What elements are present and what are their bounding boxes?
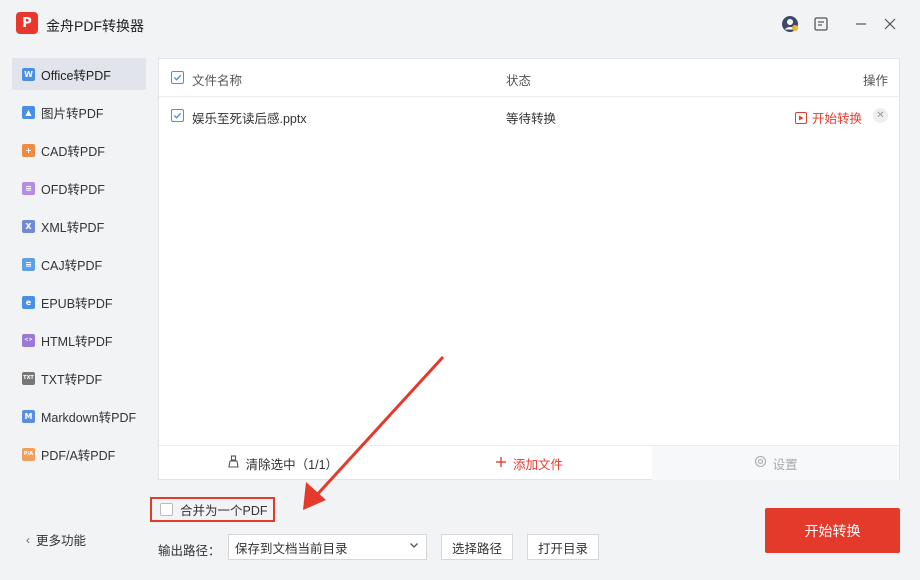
table-header: 文件名称 状态 操作 [159,59,899,97]
panel-footer: 清除选中（1/1） 添加文件 设置 [159,445,900,480]
app-title: 金舟PDF转换器 [46,18,144,34]
settings-button[interactable]: 设置 [652,446,900,480]
sidebar-item-2[interactable]: + CAD转PDF [12,134,146,166]
column-header-status: 状态 [506,74,532,88]
word-icon: W [22,67,35,81]
add-file-button[interactable]: 添加文件 [406,446,653,480]
app-logo: P [16,12,38,34]
column-header-name: 文件名称 [192,74,243,88]
select-all-checkbox[interactable] [171,71,184,84]
sidebar-item-label: OFD转PDF [41,182,105,197]
chevron-down-icon [409,540,419,553]
sidebar-item-label: XML转PDF [41,220,105,235]
close-icon[interactable] [880,14,900,34]
row-checkbox[interactable] [171,109,184,122]
settings-label: 设置 [772,457,798,472]
html-icon: <> [22,333,35,347]
output-path-label: 输出路径： [158,544,221,558]
feedback-icon[interactable] [811,14,831,34]
column-header-action: 操作 [863,74,889,88]
sidebar-item-0[interactable]: W Office转PDF [12,58,146,90]
sidebar-item-label: Office转PDF [41,68,111,83]
table-row: 娱乐至死读后感.pptx 等待转换 开始转换 ✕ [159,97,899,135]
txt-icon: TXT [22,371,35,385]
sidebar-item-10[interactable]: P/A PDF/A转PDF [12,438,146,470]
plus-icon [495,456,507,471]
clear-selected-label: 清除选中（1/1） [245,457,339,472]
pdfa-icon: P/A [22,447,35,461]
chevron-left-icon: ‹ [26,532,30,547]
ofd-icon: ≡ [22,181,35,195]
sidebar-item-1[interactable]: ▲ 图片转PDF [12,96,146,128]
title-bar: P 金舟PDF转换器 [0,0,920,50]
epub-icon: e [22,295,35,309]
sidebar-item-9[interactable]: M Markdown转PDF [12,400,146,432]
image-icon: ▲ [22,105,35,119]
file-status: 等待转换 [506,112,557,126]
more-features-label: 更多功能 [36,534,87,548]
sidebar-item-6[interactable]: e EPUB转PDF [12,286,146,318]
caj-icon: ≡ [22,257,35,271]
sidebar: W Office转PDF ▲ 图片转PDF + CAD转PDF ≡ OFD转PDF X XML转P… [12,58,146,476]
broom-icon [227,455,240,471]
sidebar-item-3[interactable]: ≡ OFD转PDF [12,172,146,204]
clear-selected-button[interactable]: 清除选中（1/1） [159,446,406,480]
merge-pdf-option[interactable]: 合并为一个PDF [150,497,275,522]
remove-file-icon[interactable]: ✕ [873,108,888,123]
sidebar-item-label: 图片转PDF [41,106,104,121]
sidebar-item-label: CAD转PDF [41,144,105,159]
start-convert-link[interactable]: 开始转换 [795,108,862,127]
markdown-icon: M [22,409,35,423]
sidebar-item-label: HTML转PDF [41,334,113,349]
merge-pdf-checkbox[interactable] [160,503,173,516]
start-convert-button[interactable]: 开始转换 [765,508,900,553]
more-features-button[interactable]: ‹ 更多功能 [26,530,86,549]
sidebar-item-label: EPUB转PDF [41,296,113,311]
file-list-panel: 文件名称 状态 操作 娱乐至死读后感.pptx 等待转换 开始转换 ✕ 清除选中… [158,58,900,480]
sidebar-item-label: Markdown转PDF [41,410,137,425]
sidebar-item-label: TXT转PDF [41,372,103,387]
output-path-value: 保存到文档当前目录 [235,541,348,556]
xml-icon: X [22,219,35,233]
sidebar-item-8[interactable]: TXT TXT转PDF [12,362,146,394]
file-name: 娱乐至死读后感.pptx [192,112,307,126]
open-folder-button[interactable]: 打开目录 [527,534,599,560]
sidebar-item-label: CAJ转PDF [41,258,103,273]
gear-icon [754,455,767,471]
choose-path-button[interactable]: 选择路径 [441,534,513,560]
sidebar-item-5[interactable]: ≡ CAJ转PDF [12,248,146,280]
minimize-icon[interactable] [851,14,871,34]
sidebar-item-label: PDF/A转PDF [41,448,116,463]
merge-pdf-label: 合并为一个PDF [180,504,268,518]
sidebar-item-4[interactable]: X XML转PDF [12,210,146,242]
play-icon [795,111,807,124]
cad-icon: + [22,143,35,157]
output-path-select[interactable]: 保存到文档当前目录 [228,534,427,560]
add-file-label: 添加文件 [513,457,564,472]
start-convert-label: 开始转换 [812,112,863,126]
sidebar-item-7[interactable]: <> HTML转PDF [12,324,146,356]
user-avatar-icon[interactable] [780,14,800,34]
